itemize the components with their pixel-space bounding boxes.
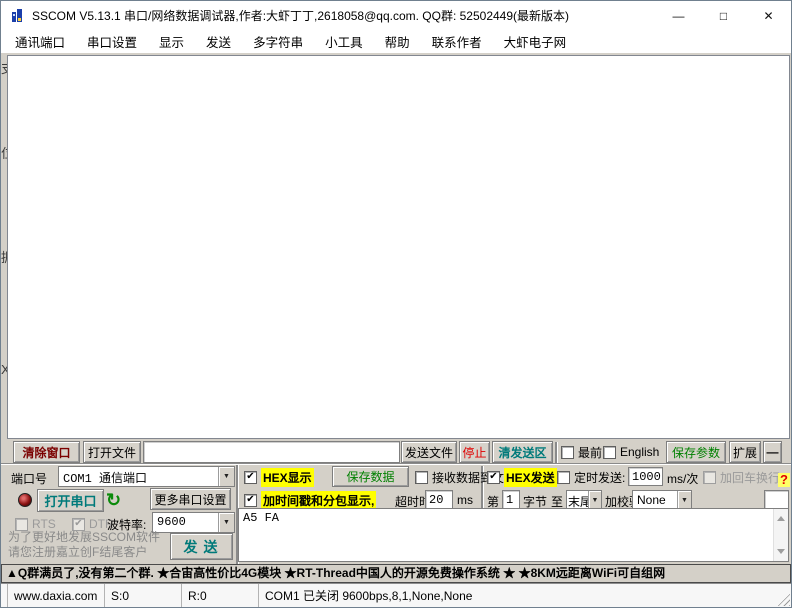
send-file-button[interactable]: 发送文件 [401,441,457,463]
topmost-checkbox[interactable]: 最前 [561,442,602,462]
resize-grip[interactable] [776,592,790,606]
timed-send-interval-input[interactable]: 1000 [628,467,663,486]
checksum-value-box[interactable] [764,490,789,510]
menu-display[interactable]: 显示 [148,30,195,53]
checkbox-icon[interactable] [703,471,716,484]
checkbox-icon[interactable]: ✔ [244,494,257,507]
promo-text: 为了更好地发展SSCOM软件 请您注册嘉立创F结尾客户 [8,530,170,560]
save-params-button[interactable]: 保存参数 [666,441,726,463]
window-title: SSCOM V5.13.1 串口/网络数据调试器,作者:大虾丁丁,2618058… [32,7,656,24]
promo-line1: 为了更好地发展SSCOM软件 [8,530,170,545]
main-content: 支 位 据 X 清除窗口 打开文件 发送文件 停止 清发送区 最前 Englis… [1,53,791,607]
rts-label: RTS [32,517,56,531]
checkbox-icon[interactable] [557,471,570,484]
timed-send-checkbox[interactable]: 定时发送: [557,467,625,487]
toolbar-divider [555,442,557,463]
send-scrollbar[interactable] [773,509,788,561]
english-label: English [620,445,659,459]
checkbox-icon[interactable]: ✔ [72,518,85,531]
menu-bar: 通讯端口 串口设置 显示 发送 多字符串 小工具 帮助 联系作者 大虾电子网 [1,30,791,53]
hex-send-checkbox[interactable]: ✔ HEX发送 [487,467,557,487]
send-button[interactable]: 发送 [170,533,233,560]
scroll-up-icon[interactable] [777,516,785,521]
send-text-value[interactable]: A5 FA [239,509,788,527]
checkbox-icon[interactable] [603,446,616,459]
to-select-value: 末尾 [567,491,588,509]
minimize-button[interactable]: — [656,1,701,30]
maximize-button[interactable]: □ [701,1,746,30]
refresh-ports-icon[interactable]: ↻ [106,491,121,509]
hex-display-checkbox[interactable]: ✔ HEX显示 [244,467,314,487]
menu-daxia-site[interactable]: 大虾电子网 [493,30,578,53]
crlf-checkbox[interactable]: 加回车换行 [703,467,780,487]
port-status-led-icon [18,493,32,507]
checkbox-icon[interactable] [561,446,574,459]
port-select-value: COM1 通信端口 [59,467,218,486]
checkbox-icon[interactable]: ✔ [487,471,500,484]
timeout-unit-label: ms [457,493,473,507]
save-data-button[interactable]: 保存数据 [332,466,409,487]
checkbox-icon[interactable] [415,471,428,484]
checkbox-icon[interactable]: ✔ [244,471,257,484]
byte-from-input[interactable]: 1 [502,490,520,509]
close-button[interactable]: ✕ [746,1,791,30]
file-path-input[interactable] [143,441,400,463]
timestamp-checkbox[interactable]: ✔ 加时间戳和分包显示, [244,490,376,510]
status-port-state: COM1 已关闭 9600bps,8,1,None,None [259,584,776,607]
timed-send-unit-label: ms/次 [667,470,698,487]
menu-comm-port[interactable]: 通讯端口 [4,30,76,53]
timed-send-label: 定时发送: [574,469,625,486]
menu-multi-string[interactable]: 多字符串 [242,30,314,53]
chevron-down-icon[interactable]: ▼ [588,491,601,509]
help-icon[interactable]: ? [778,473,790,487]
port-select[interactable]: COM1 通信端口 ▼ [58,466,235,487]
english-checkbox[interactable]: English [603,442,659,462]
send-text-area[interactable]: A5 FA [238,508,789,562]
crlf-label: 加回车换行 [720,469,780,486]
menu-serial-settings[interactable]: 串口设置 [76,30,148,53]
sscom-window: SSCOM V5.13.1 串口/网络数据调试器,作者:大虾丁丁,2618058… [0,0,792,608]
clear-send-area-button[interactable]: 清发送区 [492,441,553,463]
promo-line2: 请您注册嘉立创F结尾客户 [8,545,170,560]
checksum-select[interactable]: None ▼ [632,490,692,510]
menu-contact-author[interactable]: 联系作者 [421,30,493,53]
port-label: 端口号 [11,470,47,487]
chevron-down-icon[interactable]: ▼ [218,513,234,532]
extend-button[interactable]: 扩展 [729,441,761,463]
panel-separator [1,463,791,465]
status-bar: www.daxia.com S:0 R:0 COM1 已关闭 9600bps,8… [1,583,791,607]
to-select[interactable]: 末尾 ▼ [566,490,602,510]
menu-tools[interactable]: 小工具 [314,30,374,53]
status-sent-count: S:0 [105,584,182,607]
hex-send-label: HEX发送 [504,468,557,487]
menu-help[interactable]: 帮助 [374,30,421,53]
hex-display-label: HEX显示 [261,468,314,487]
status-received-count: R:0 [182,584,259,607]
collapse-panel-button[interactable]: — [763,441,782,463]
status-website[interactable]: www.daxia.com [7,584,105,607]
checkbox-icon[interactable] [15,518,28,531]
topmost-label: 最前 [578,444,602,461]
menu-send[interactable]: 发送 [195,30,242,53]
chevron-down-icon[interactable]: ▼ [218,467,234,486]
receive-text-area[interactable] [7,55,790,439]
chevron-down-icon[interactable]: ▼ [677,491,691,509]
more-serial-settings-button[interactable]: 更多串口设置 [150,488,231,510]
scroll-down-icon[interactable] [777,549,785,554]
open-file-button[interactable]: 打开文件 [83,441,141,463]
checksum-select-value: None [633,491,677,509]
timestamp-label: 加时间戳和分包显示, [261,491,376,510]
ad-banner[interactable]: ▲Q群满员了,没有第二个群. ★合宙高性价比4G模块 ★RT-Thread中国人… [1,564,791,583]
title-bar: SSCOM V5.13.1 串口/网络数据调试器,作者:大虾丁丁,2618058… [1,1,791,30]
open-serial-button[interactable]: 打开串口 [37,489,104,512]
timeout-input[interactable]: 20 [425,490,453,509]
clear-window-button[interactable]: 清除窗口 [13,441,80,463]
stop-button[interactable]: 停止 [459,441,490,463]
app-icon [10,8,26,24]
